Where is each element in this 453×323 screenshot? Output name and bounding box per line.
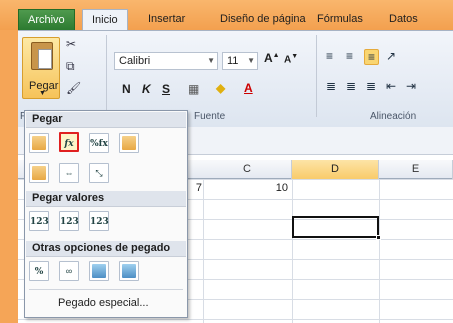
paste-special-item[interactable]: Pegado especial... xyxy=(58,297,149,309)
grid-divider xyxy=(292,179,293,323)
tab-insertar[interactable]: Insertar xyxy=(139,9,194,30)
transpose-icon[interactable]: ⤡ xyxy=(89,163,109,183)
font-name-select[interactable]: Calibri ▼ xyxy=(114,52,218,70)
font-size-value: 11 xyxy=(227,55,239,67)
values-source-format-icon[interactable]: 123 xyxy=(89,211,109,231)
cut-icon[interactable]: ✂ xyxy=(66,37,76,51)
font-color-icon[interactable]: A xyxy=(244,81,253,95)
no-borders-icon[interactable] xyxy=(29,163,49,183)
clipboard-icon xyxy=(31,42,53,70)
cell-c2[interactable]: 10 xyxy=(258,182,288,194)
paste-link-icon[interactable]: ∞ xyxy=(59,261,79,281)
increase-indent-icon[interactable]: ⇥ xyxy=(406,79,416,93)
formulas-icon[interactable]: fx xyxy=(59,132,79,152)
section-pegar-valores: Pegar valores xyxy=(26,191,186,207)
section-pegar: Pegar xyxy=(26,112,186,128)
formatting-icon-label: % xyxy=(34,267,44,277)
chevron-down-icon: ▼ xyxy=(39,90,46,97)
column-header-c[interactable]: C xyxy=(203,160,292,179)
values-icon-label: 123 xyxy=(30,217,49,227)
align-center-icon[interactable]: ≣ xyxy=(346,79,356,93)
menu-divider xyxy=(29,289,183,290)
section-otras-opciones: Otras opciones de pegado xyxy=(26,241,186,257)
shrink-font-icon[interactable]: A▼ xyxy=(284,53,298,65)
paste-button[interactable]: Pegar ▼ xyxy=(22,37,60,99)
values-number-format-icon[interactable]: 123 xyxy=(59,211,79,231)
column-header-e[interactable]: E xyxy=(379,160,453,179)
italic-button[interactable]: K xyxy=(142,82,151,96)
font-size-select[interactable]: 11 ▼ xyxy=(222,52,258,70)
keep-source-format-icon[interactable] xyxy=(119,133,139,153)
formulas-number-format-icon[interactable]: %fx xyxy=(89,133,109,153)
underline-button[interactable]: S xyxy=(162,82,170,96)
paste-icon[interactable] xyxy=(29,133,49,153)
ribbon-tab-strip: Archivo Inicio Insertar Diseño de página… xyxy=(0,0,453,30)
tab-inicio[interactable]: Inicio xyxy=(82,9,128,30)
align-left-icon[interactable]: ≣ xyxy=(326,79,336,93)
paste-options-menu: Pegar fx %fx ⇔ ⤡ Pegar valores 123 123 1… xyxy=(24,110,188,318)
picture-icon[interactable] xyxy=(89,261,109,281)
font-name-value: Calibri xyxy=(119,55,151,67)
grow-font-icon[interactable]: A▲ xyxy=(264,51,280,65)
chevron-down-icon: ▼ xyxy=(207,56,215,65)
tab-formulas[interactable]: Fórmulas xyxy=(308,9,372,30)
fill-handle[interactable] xyxy=(376,235,381,240)
borders-icon[interactable]: ▦ xyxy=(188,82,199,96)
tab-datos[interactable]: Datos xyxy=(380,9,427,30)
group-divider xyxy=(316,35,317,117)
chevron-down-icon: ▼ xyxy=(247,56,255,65)
tab-archivo[interactable]: Archivo xyxy=(18,9,75,30)
bold-button[interactable]: N xyxy=(122,82,131,96)
format-painter-icon[interactable]: 🖌 xyxy=(66,81,81,95)
decrease-indent-icon[interactable]: ⇤ xyxy=(386,79,396,93)
align-right-icon[interactable]: ≣ xyxy=(366,79,376,93)
grid-divider xyxy=(203,179,204,323)
linked-picture-icon[interactable] xyxy=(119,261,139,281)
align-top-icon[interactable]: ≡ xyxy=(326,49,333,63)
font-group-label: Fuente xyxy=(194,111,226,122)
active-cell[interactable] xyxy=(292,216,381,240)
column-header-d[interactable]: D xyxy=(292,160,379,179)
values-number-format-label: 123 xyxy=(60,217,79,227)
tab-diseno-pagina[interactable]: Diseño de página xyxy=(211,9,315,30)
cell-b2[interactable]: 7 xyxy=(188,182,202,194)
grid-divider xyxy=(379,179,380,323)
alignment-group-label: Alineación xyxy=(370,111,417,122)
formatting-icon[interactable]: % xyxy=(29,261,49,281)
group-divider xyxy=(106,35,107,117)
copy-icon[interactable]: ⧉ xyxy=(66,59,75,74)
fill-color-icon[interactable]: ◆ xyxy=(216,81,225,95)
values-source-format-label: 123 xyxy=(90,217,109,227)
formulas-icon-label: fx xyxy=(64,139,74,149)
align-middle-icon[interactable]: ≡ xyxy=(346,49,353,63)
formulas-number-format-label: %fx xyxy=(90,139,108,149)
orientation-icon[interactable]: ↗ xyxy=(386,49,396,63)
values-icon[interactable]: 123 xyxy=(29,211,49,231)
align-bottom-icon[interactable]: ≡ xyxy=(364,49,380,65)
keep-column-width-icon[interactable]: ⇔ xyxy=(59,163,79,183)
